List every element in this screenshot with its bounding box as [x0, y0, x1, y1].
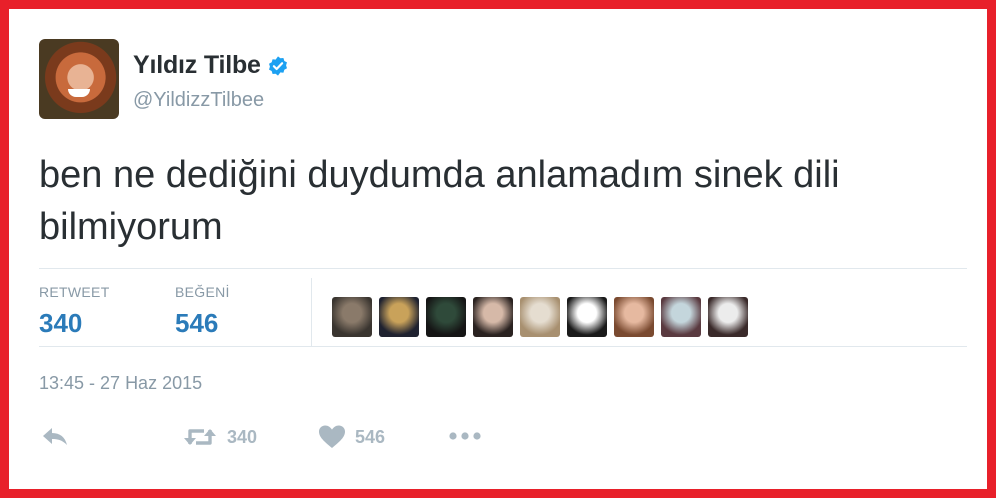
like-stat-label: BEĞENİ	[175, 284, 230, 300]
stats-divider	[311, 278, 312, 346]
retweet-icon	[184, 429, 216, 445]
tweet-text: ben ne dediğini duydumda anlamadım sinek…	[39, 149, 969, 253]
retweet-action-count: 340	[227, 426, 258, 447]
retweet-stat-label: RETWEET	[39, 284, 110, 300]
retweet-stat[interactable]: RETWEET 340	[39, 284, 110, 339]
divider-top	[39, 268, 967, 269]
liker-avatar-3[interactable]	[426, 297, 466, 337]
like-stat-count: 546	[175, 308, 219, 338]
heart-icon	[319, 425, 345, 448]
liker-avatar-8[interactable]	[661, 297, 701, 337]
liker-avatar-9[interactable]	[708, 297, 748, 337]
name-row: Yıldız Tilbe	[133, 51, 289, 80]
action-bar: 340 546	[39, 425, 639, 461]
user-handle[interactable]: @YildizzTilbee	[133, 89, 264, 112]
like-button[interactable]: 546	[319, 425, 385, 449]
like-action-count: 546	[355, 426, 386, 447]
reply-icon	[43, 428, 67, 445]
liker-avatar-5[interactable]	[520, 297, 560, 337]
liker-avatar-4[interactable]	[473, 297, 513, 337]
stats-bar: RETWEET 340 BEĞENİ 546	[39, 278, 967, 346]
more-dots-icon	[449, 432, 481, 440]
profile-avatar[interactable]	[39, 39, 119, 119]
tweet-text-line-1: ben ne dediğini duydumda anlamadım sinek…	[39, 154, 840, 196]
liker-avatar-6[interactable]	[567, 297, 607, 337]
display-name[interactable]: Yıldız Tilbe	[133, 51, 261, 80]
divider-bottom	[39, 346, 967, 347]
avatar-smile	[68, 89, 90, 97]
retweet-button[interactable]: 340	[183, 425, 257, 449]
more-button[interactable]	[449, 431, 481, 441]
liker-avatar-1[interactable]	[332, 297, 372, 337]
retweet-stat-count: 340	[39, 308, 83, 338]
tweet-timestamp[interactable]: 13:45 - 27 Haz 2015	[39, 373, 202, 394]
liker-avatar-2[interactable]	[379, 297, 419, 337]
liker-avatars	[332, 297, 755, 337]
tweet-card: Yıldız Tilbe @YildizzTilbee ben ne dediğ…	[9, 9, 987, 489]
like-stat[interactable]: BEĞENİ 546	[175, 284, 230, 339]
tweet-text-line-2: bilmiyorum	[39, 206, 223, 248]
reply-button[interactable]	[41, 425, 69, 447]
liker-avatar-7[interactable]	[614, 297, 654, 337]
verified-badge-icon	[268, 55, 287, 76]
